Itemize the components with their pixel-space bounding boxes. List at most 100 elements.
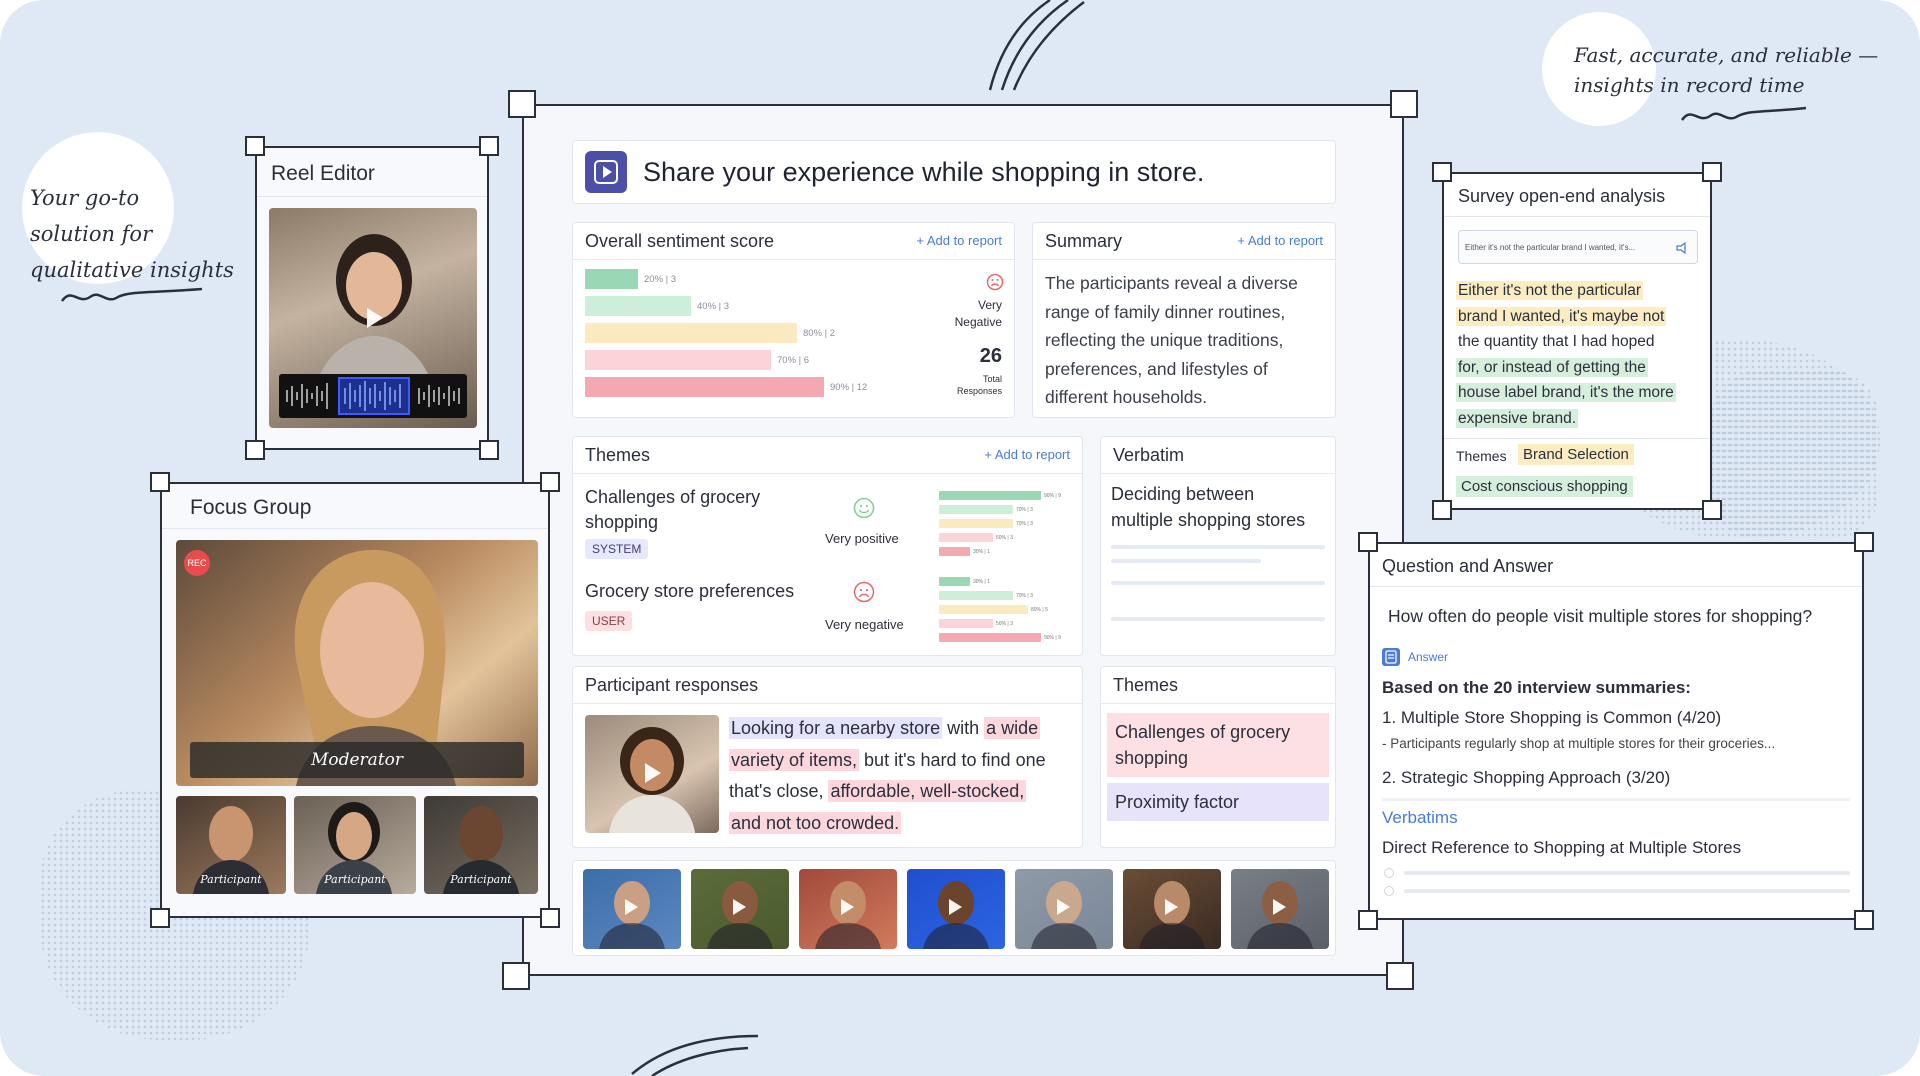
video-thumbnail[interactable] — [1231, 869, 1329, 949]
reel-video-thumbnail[interactable] — [269, 208, 477, 428]
resize-handle[interactable] — [1432, 500, 1452, 520]
play-icon[interactable] — [645, 763, 661, 783]
resize-handle[interactable] — [150, 472, 170, 492]
resize-handle[interactable] — [540, 472, 560, 492]
skeleton-line — [1404, 871, 1850, 875]
response-text-span: but it's hard to find one — [859, 749, 1046, 770]
skeleton-line — [1111, 559, 1261, 563]
theme-mini-bar — [939, 519, 1013, 528]
video-thumbnail[interactable] — [583, 869, 681, 949]
theme-mini-bar — [939, 619, 993, 628]
participant-tile[interactable]: Participant — [294, 796, 416, 894]
resize-handle[interactable] — [1702, 162, 1722, 182]
qa-point: 2. Strategic Shopping Approach (3/20) — [1382, 768, 1671, 787]
summary-panel: Summary + Add to report The participants… — [1032, 222, 1336, 418]
sentiment-title: Overall sentiment score — [585, 231, 775, 251]
divider — [1370, 586, 1862, 587]
resize-handle[interactable] — [479, 136, 499, 156]
divider — [573, 473, 1082, 474]
themes-title: Themes — [585, 445, 651, 465]
reel-editor-title: Reel Editor — [271, 162, 375, 185]
qa-title: Question and Answer — [1382, 556, 1554, 576]
resize-handle[interactable] — [1390, 90, 1418, 118]
theme-tag[interactable]: Challenges of grocery shopping — [1107, 713, 1329, 777]
sentiment-bar — [585, 377, 824, 397]
moderator-label: Moderator — [190, 742, 524, 778]
total-responses-value: 26 — [979, 345, 1002, 367]
divider — [573, 703, 1082, 704]
video-thumbnail-strip — [572, 860, 1336, 956]
sentiment-bar-label: 90% | 12 — [830, 382, 868, 393]
dot-texture — [1710, 370, 1880, 540]
video-thumbnail[interactable] — [691, 869, 789, 949]
theme-mini-bar-label: 90% | 9 — [1044, 493, 1061, 499]
survey-theme-tag[interactable]: Cost conscious shopping — [1456, 476, 1633, 497]
participant-tile[interactable]: Participant — [424, 796, 538, 894]
sad-face-icon — [986, 273, 1004, 291]
theme-mini-bar — [939, 533, 993, 542]
qa-verbatim-text: Direct Reference to Shopping at Multiple… — [1382, 838, 1742, 857]
themes-tag-panel: Themes Challenges of grocery shopping Pr… — [1100, 666, 1336, 848]
skeleton-line — [1111, 581, 1325, 585]
resize-handle[interactable] — [1358, 910, 1378, 930]
participant-tile[interactable]: Participant — [176, 796, 286, 894]
resize-handle[interactable] — [502, 962, 530, 990]
sentiment-bar-label: 80% | 2 — [803, 328, 836, 339]
add-to-report-link[interactable]: + Add to report — [984, 447, 1070, 462]
theme-mini-bar-label: 90% | 9 — [1044, 635, 1061, 641]
sentiment-bar-label: 40% | 3 — [697, 301, 730, 312]
audio-waveform[interactable] — [279, 374, 467, 418]
theme-tag[interactable]: Proximity factor — [1107, 783, 1329, 821]
verbatim-text: Deciding between multiple shopping store… — [1111, 481, 1305, 533]
resize-handle[interactable] — [1358, 532, 1378, 552]
divider — [1444, 216, 1710, 217]
theme-mini-chart: 90% | 9 70% | 3 70% | 3 50% | 3 30% | 1 — [939, 491, 1075, 561]
resize-handle[interactable] — [245, 440, 265, 460]
divider — [1101, 473, 1335, 474]
resize-handle[interactable] — [245, 136, 265, 156]
participant-responses-panel: Participant responses Looking for a near… — [572, 666, 1083, 848]
themes-panel: Themes + Add to report Challenges of gro… — [572, 436, 1083, 656]
resize-handle[interactable] — [1432, 162, 1452, 182]
qa-verbatims-label[interactable]: Verbatims — [1382, 808, 1458, 828]
resize-handle[interactable] — [540, 908, 560, 928]
smile-face-icon — [853, 497, 875, 519]
survey-response-input[interactable]: Either it's not the particular brand I w… — [1458, 230, 1698, 264]
participant-label: Participant — [200, 873, 262, 886]
theme-mini-bar — [939, 633, 1041, 642]
add-to-report-link[interactable]: + Add to report — [1237, 233, 1323, 248]
survey-line: Either it's not the particular — [1456, 281, 1644, 300]
video-thumbnail[interactable] — [1123, 869, 1221, 949]
theme-mini-bar-label: 30% | 1 — [973, 579, 990, 585]
survey-analysis-card: Survey open-end analysis Either it's not… — [1442, 172, 1712, 510]
sentiment-bar — [585, 350, 771, 370]
sentiment-label-line: Very — [977, 298, 1002, 312]
theme-mini-bar-label: 70% | 3 — [1016, 507, 1033, 513]
sentiment-label: Very Negative — [955, 297, 1002, 331]
resize-handle[interactable] — [508, 90, 536, 118]
tagline-left: Your go-to solution for qualitative insi… — [30, 180, 234, 288]
waveform-icon — [286, 377, 460, 415]
play-icon[interactable] — [367, 308, 383, 328]
participant-video-thumbnail[interactable] — [585, 715, 719, 833]
resize-handle[interactable] — [1386, 962, 1414, 990]
resize-handle[interactable] — [479, 440, 499, 460]
video-thumbnail[interactable] — [799, 869, 897, 949]
resize-handle[interactable] — [150, 908, 170, 928]
video-thumbnail[interactable] — [1015, 869, 1113, 949]
theme-mini-bar-label: 80% | 5 — [1031, 607, 1048, 613]
answer-icon — [1382, 648, 1400, 666]
squiggle-decoration — [1680, 106, 1807, 121]
theme-name: Grocery store preferences — [585, 581, 795, 601]
resize-handle[interactable] — [1854, 910, 1874, 930]
video-thumbnail[interactable] — [907, 869, 1005, 949]
survey-input-value: Either it's not the particular brand I w… — [1465, 243, 1636, 252]
resize-handle[interactable] — [1854, 532, 1874, 552]
moderator-video[interactable]: REC Moderator — [176, 540, 538, 786]
speaker-icon[interactable] — [1675, 241, 1691, 255]
theme-mini-bar — [939, 577, 970, 586]
survey-theme-tag[interactable]: Brand Selection — [1518, 444, 1634, 465]
add-to-report-link[interactable]: + Add to report — [916, 233, 1002, 248]
resize-handle[interactable] — [1702, 500, 1722, 520]
swoosh-decoration — [988, 0, 1085, 91]
